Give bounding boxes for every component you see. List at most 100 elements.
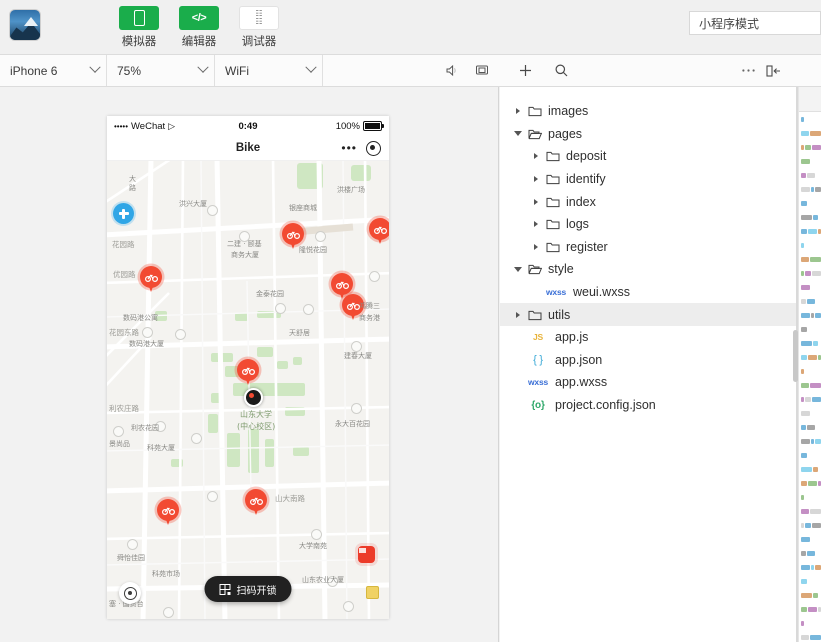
- map-poi: [142, 327, 153, 338]
- red-card-icon[interactable]: [358, 546, 375, 563]
- chevron-right-icon[interactable]: [528, 153, 543, 160]
- chevron-down-icon[interactable]: [510, 131, 525, 137]
- zoom-select-value: 75%: [117, 63, 142, 78]
- my-location-dot: [244, 388, 263, 407]
- map-label: (中心校区): [237, 422, 276, 431]
- chevron-right-icon[interactable]: [528, 243, 543, 250]
- chevron-down-icon[interactable]: [510, 266, 525, 272]
- editor-code-line: [799, 154, 821, 168]
- tree-item-index[interactable]: index: [500, 190, 796, 213]
- wifi-icon: ▷: [168, 120, 176, 131]
- mode-selector[interactable]: 小程序模式: [689, 11, 821, 35]
- phone-nav-bar: Bike •••: [107, 136, 389, 161]
- more-icon[interactable]: [735, 58, 761, 84]
- tree-item-images[interactable]: images: [500, 100, 796, 123]
- editor-code-line: [799, 518, 821, 532]
- editor-code-line: [799, 462, 821, 476]
- map-label: 数码港大厦: [129, 340, 164, 348]
- editor-code-line: [799, 504, 821, 518]
- wechat-devtools-window: 模拟器 </> 编辑器 ☷ ☷ 调试器 小程序模式 iPhone 6 75% W…: [0, 0, 821, 642]
- qr-scan-icon: [219, 583, 231, 595]
- project-thumbnail[interactable]: [9, 9, 41, 41]
- map-poi: [127, 539, 138, 550]
- gold-marker-icon: [366, 586, 379, 599]
- network-select[interactable]: WiFi: [215, 55, 323, 86]
- top-toolbar: 模拟器 </> 编辑器 ☷ ☷ 调试器 小程序模式: [0, 0, 821, 55]
- tree-item-logs[interactable]: logs: [500, 213, 796, 236]
- map-label: 花园东路: [109, 328, 139, 337]
- map-label: 银座商城: [289, 204, 317, 212]
- chevron-right-icon[interactable]: [510, 311, 525, 318]
- editor-code-line: [799, 434, 821, 448]
- editor-code-line: [799, 280, 821, 294]
- editor-tabbar: [799, 87, 821, 112]
- zoom-select[interactable]: 75%: [107, 55, 215, 86]
- scan-unlock-label: 扫码开锁: [236, 585, 277, 597]
- tree-item-project-config-json[interactable]: {o} project.config.json: [500, 394, 796, 417]
- chevron-right-icon[interactable]: [528, 198, 543, 205]
- debugger-button[interactable]: ☷ ☷ 调试器: [238, 6, 280, 49]
- scan-unlock-button[interactable]: 扫码开锁: [204, 576, 292, 602]
- device-select[interactable]: iPhone 6: [0, 55, 107, 86]
- bike-marker[interactable]: [157, 499, 179, 526]
- plus-icon[interactable]: [512, 58, 538, 84]
- editor-code-line: [799, 448, 821, 462]
- editor-code-line: [799, 406, 821, 420]
- carrier-label: WeChat: [131, 120, 166, 132]
- editor-button[interactable]: </> 编辑器: [178, 6, 220, 49]
- map-label: 景尚品: [109, 440, 130, 448]
- tree-item-label: logs: [566, 217, 589, 232]
- bike-marker[interactable]: [237, 359, 259, 386]
- bike-marker[interactable]: [245, 489, 267, 516]
- tree-item-register[interactable]: register: [500, 236, 796, 259]
- tree-item-weui-wxss[interactable]: wxss weui.wxss: [500, 281, 796, 304]
- phone-icon: [119, 6, 159, 30]
- chevron-right-icon[interactable]: [510, 108, 525, 115]
- more-dots-icon[interactable]: •••: [341, 142, 357, 154]
- map-label: 山东大学: [240, 410, 272, 419]
- search-icon[interactable]: [548, 58, 574, 84]
- recenter-button[interactable]: [119, 582, 141, 604]
- tree-item-deposit[interactable]: deposit: [500, 145, 796, 168]
- tree-item-pages[interactable]: pages: [500, 123, 796, 146]
- nav-actions: •••: [341, 140, 381, 156]
- map-label: 山东农业大厦: [302, 576, 344, 584]
- tree-item-identify[interactable]: identify: [500, 168, 796, 191]
- tree-item-app-wxss[interactable]: wxss app.wxss: [500, 371, 796, 394]
- tree-item-utils[interactable]: utils: [500, 303, 796, 326]
- speaker-icon[interactable]: [444, 63, 460, 79]
- tree-item-label: app.js: [555, 330, 589, 345]
- screen-icon[interactable]: [474, 63, 490, 79]
- tree-item-app-js[interactable]: JS app.js: [500, 326, 796, 349]
- wxss-file-icon: wxss: [546, 287, 566, 298]
- toolbar-buttons: 模拟器 </> 编辑器 ☷ ☷ 调试器: [118, 6, 280, 49]
- network-select-value: WiFi: [225, 63, 249, 78]
- map-label: 永大百花园: [335, 420, 370, 428]
- target-icon[interactable]: [366, 140, 381, 156]
- map-label: 舜怡佳园: [117, 554, 145, 562]
- simulator-button-label: 模拟器: [121, 36, 157, 48]
- collapse-panel-icon[interactable]: [761, 58, 787, 84]
- phone-status-bar: ••••• WeChat ▷ 0:49 100%: [107, 116, 389, 136]
- tree-item-style[interactable]: style: [500, 258, 796, 281]
- tree-item-app-json[interactable]: { } app.json: [500, 349, 796, 372]
- map-poi: [275, 303, 286, 314]
- editor-code-line: [799, 476, 821, 490]
- bike-marker[interactable]: [369, 218, 389, 245]
- folder-icon: [543, 150, 562, 162]
- map-view[interactable]: 大路花园路 洪兴大厦 银座商城 洪楼广场 二建 · 颐基 商务大厦 隆悦花园 优园路 数码港公寓…: [107, 161, 389, 619]
- editor-code-line: [799, 336, 821, 350]
- code-editor-pane[interactable]: [798, 87, 821, 642]
- debugger-button-label: 调试器: [241, 36, 277, 48]
- simulator-button[interactable]: 模拟器: [118, 6, 160, 49]
- chevron-right-icon[interactable]: [528, 221, 543, 228]
- chevron-right-icon[interactable]: [528, 176, 543, 183]
- folder-icon: [543, 241, 562, 253]
- bike-marker[interactable]: [140, 266, 162, 293]
- hospital-marker-icon[interactable]: [113, 203, 134, 224]
- tree-item-label: pages: [548, 126, 583, 141]
- editor-code-line: [799, 252, 821, 266]
- folder-icon: [543, 173, 562, 185]
- map-label: 商务港: [359, 314, 380, 322]
- code-brackets-icon: </>: [179, 6, 219, 30]
